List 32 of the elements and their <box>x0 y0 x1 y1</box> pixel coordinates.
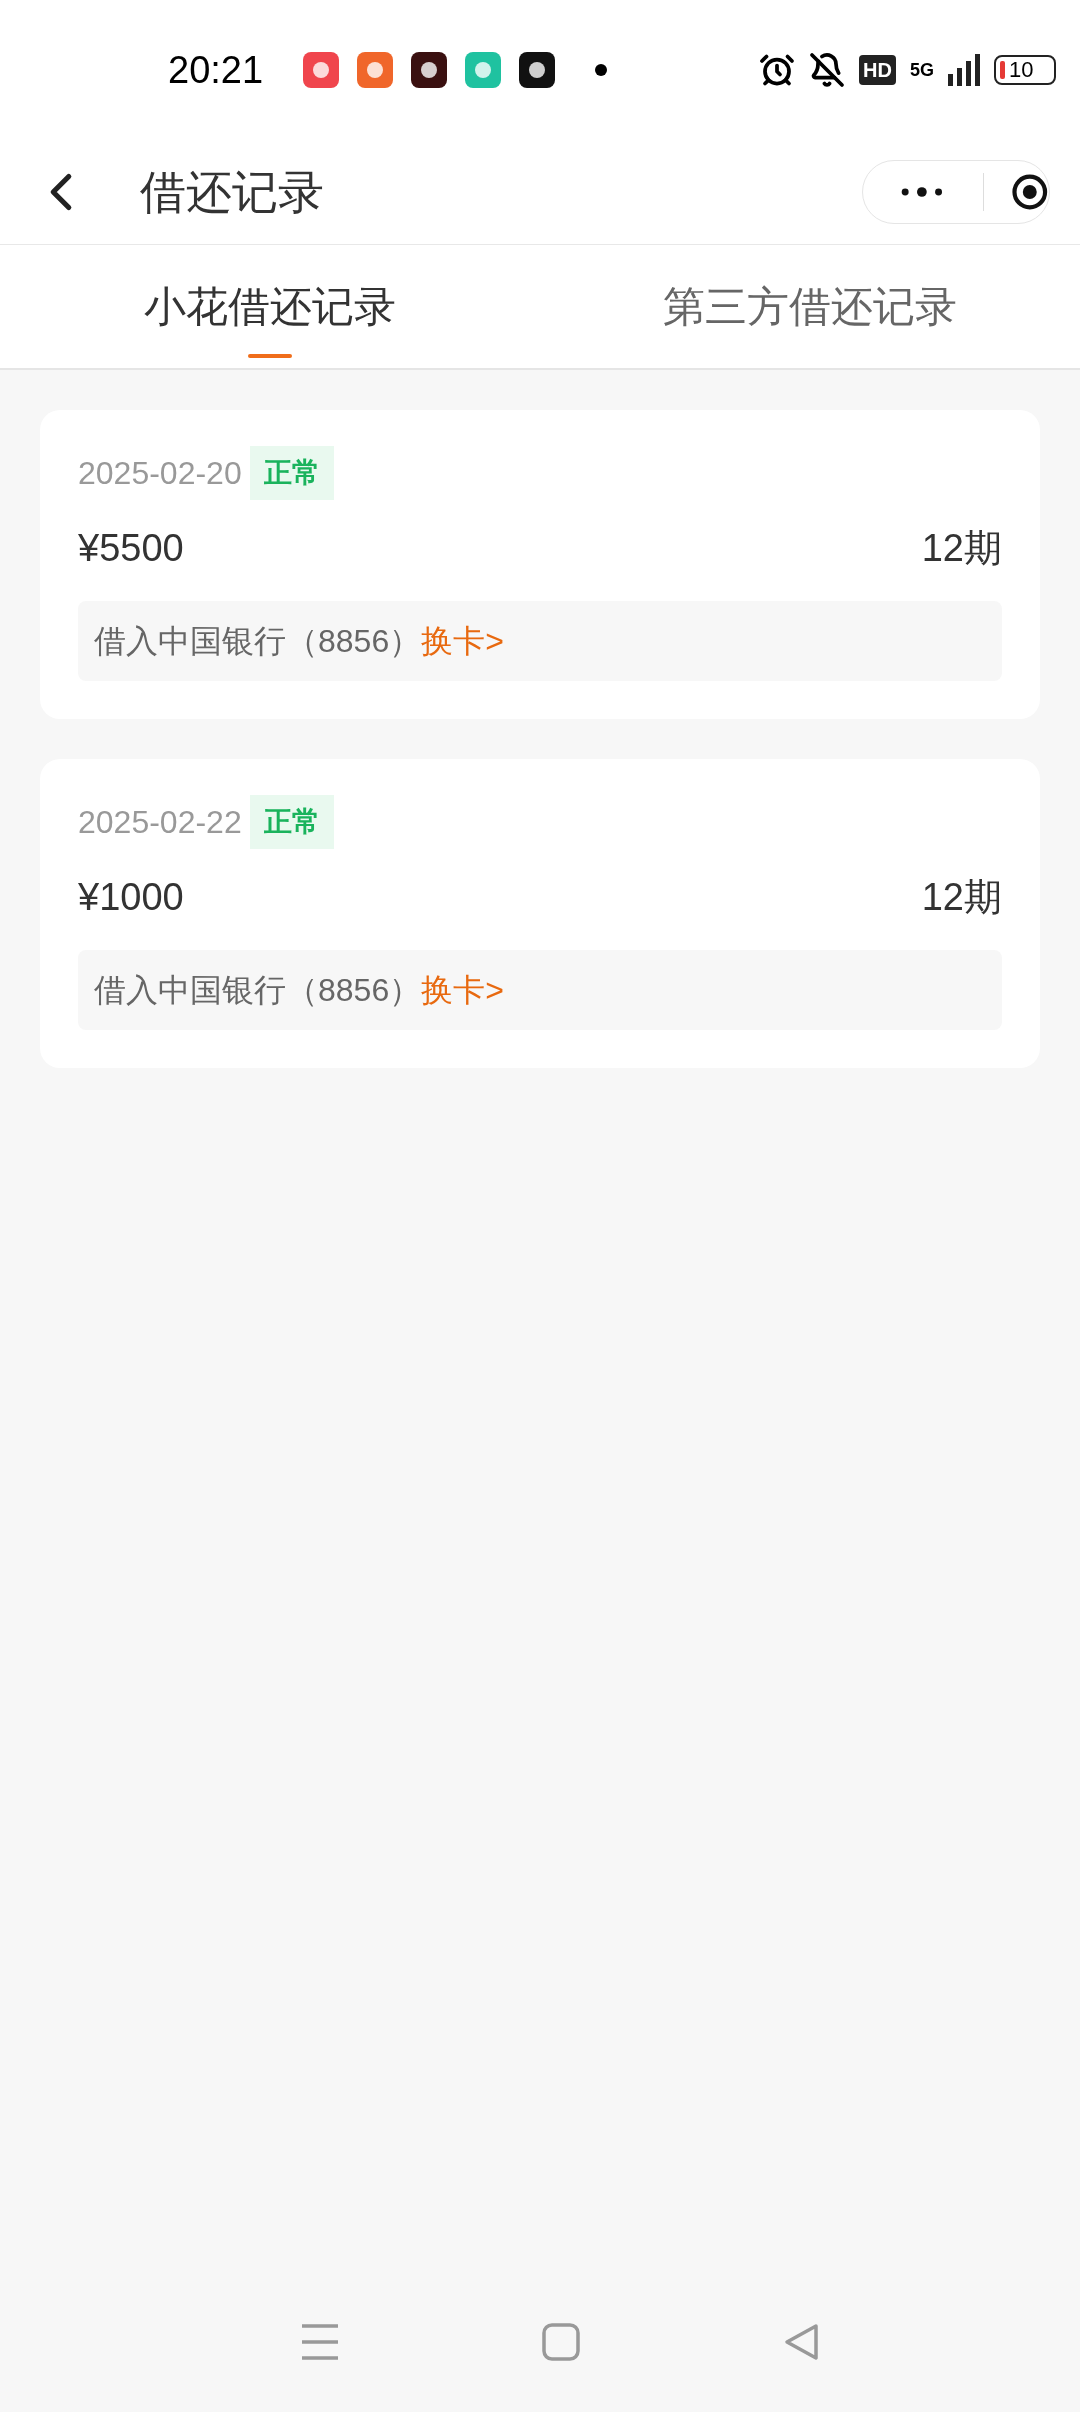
loan-card[interactable]: 2025-02-20 正常 ¥5500 12期 借入中国银行（8856）换卡> <box>40 410 1040 719</box>
menu-icon[interactable] <box>301 2324 340 2360</box>
loan-date: 2025-02-22 <box>78 803 242 842</box>
app-icon <box>357 52 394 88</box>
loan-amount: ¥1000 <box>78 875 184 920</box>
account-text: 借入中国银行（8856） <box>94 622 422 661</box>
battery-indicator: 10 <box>994 55 1056 85</box>
signal-icon <box>948 54 980 86</box>
bell-off-icon <box>809 52 846 88</box>
loan-term: 12期 <box>921 526 1002 571</box>
status-tag: 正常 <box>249 446 334 500</box>
loan-term: 12期 <box>921 875 1002 920</box>
app-icon <box>303 52 340 88</box>
status-tag: 正常 <box>249 795 334 849</box>
hd-label: HD <box>859 55 896 85</box>
back-nav-icon[interactable] <box>782 2323 819 2361</box>
app-icon <box>411 52 448 88</box>
tab[interactable]: 小花借还记录 <box>0 245 540 368</box>
alarm-icon <box>759 52 796 88</box>
loan-amount: ¥5500 <box>78 526 184 571</box>
home-icon[interactable] <box>542 2323 580 2361</box>
status-time: 20:21 <box>168 47 264 93</box>
loan-card[interactable]: 2025-02-22 正常 ¥1000 12期 借入中国银行（8856）换卡> <box>40 759 1040 1068</box>
tab[interactable]: 第三方借还记录 <box>540 245 1080 368</box>
app-icon <box>465 52 502 88</box>
loan-date: 2025-02-20 <box>78 454 242 493</box>
page-title: 借还记录 <box>140 164 324 220</box>
more-icon[interactable] <box>901 184 943 200</box>
dot-icon <box>595 64 608 76</box>
app-icon <box>519 52 556 88</box>
account-text: 借入中国银行（8856） <box>94 971 422 1010</box>
network-label: 5G <box>910 58 934 82</box>
